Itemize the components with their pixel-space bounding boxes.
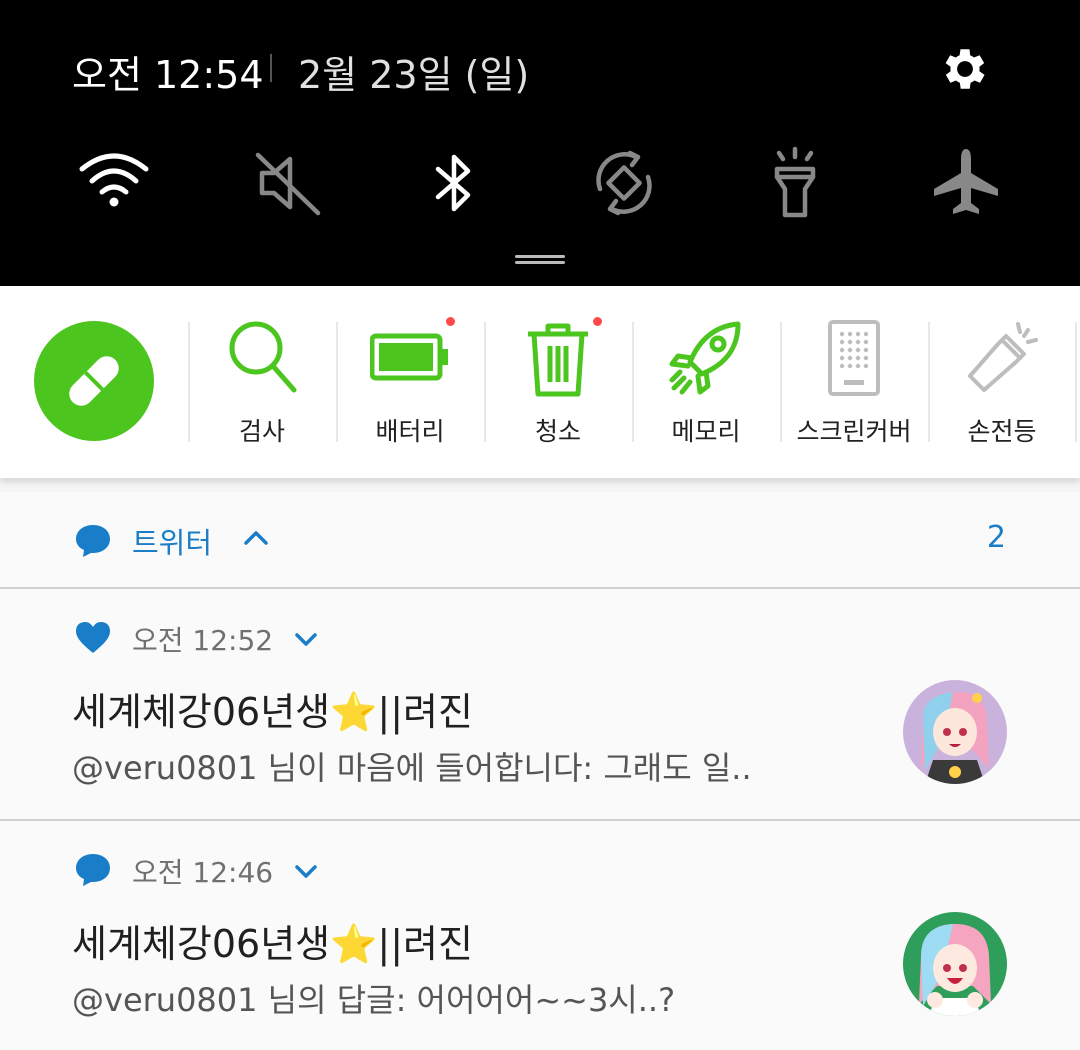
app-item-screen-cover[interactable]: 스크린커버	[780, 286, 928, 478]
notification-item[interactable]: 오전 12:52 세계체강06년생⭐||려진 @veru0801 님이 마음에 …	[0, 589, 1080, 819]
pill-icon	[69, 356, 119, 406]
panel-drag-handle[interactable]	[515, 255, 565, 265]
notification-badge	[593, 317, 602, 326]
notification-badge	[446, 317, 455, 326]
app-item-memory[interactable]: 메모리	[632, 286, 780, 478]
wifi-icon[interactable]	[76, 145, 152, 221]
notification-text: @veru0801 님의 답글: 어어어어~~3시..?	[72, 981, 676, 1019]
boost-button[interactable]	[34, 321, 154, 441]
flashlight-icon[interactable]	[757, 145, 833, 221]
phone-screen-icon	[828, 320, 880, 396]
app-name: 트위터	[132, 526, 213, 560]
avatar-image	[903, 680, 1007, 784]
app-item-clean[interactable]: 청소	[484, 286, 632, 478]
quick-settings-panel: 오전 12:54 2월 23일 (일)	[0, 0, 1080, 286]
battery-icon	[370, 333, 448, 381]
app-item-label: 청소	[534, 417, 581, 446]
app-item-flashlight[interactable]: 손전등	[928, 286, 1076, 478]
sound-mute-icon[interactable]	[250, 145, 326, 221]
chevron-down-icon[interactable]	[293, 627, 319, 653]
avatar[interactable]	[903, 912, 1007, 1016]
time-date-divider	[270, 54, 272, 82]
settings-gear-icon[interactable]	[938, 42, 992, 96]
trash-icon	[528, 323, 588, 397]
app-item-label: 배터리	[375, 417, 445, 446]
notification-item[interactable]: 오전 12:46 세계체강06년생⭐||려진 @veru0801 님의 답글: …	[0, 821, 1080, 1050]
bluetooth-icon[interactable]	[416, 145, 492, 221]
chevron-up-icon[interactable]	[242, 524, 270, 552]
avatar-image	[903, 912, 1007, 1016]
notification-title: 세계체강06년생⭐||려진	[72, 922, 473, 966]
rocket-icon	[669, 321, 741, 395]
heart-icon	[76, 622, 110, 653]
app-item-scan[interactable]: 검사	[188, 286, 336, 478]
app-item-label: 스크린커버	[796, 417, 912, 446]
chat-bubble-icon	[76, 525, 110, 557]
avatar[interactable]	[903, 680, 1007, 784]
notification-text: @veru0801 님이 마음에 들어합니다: 그래도 일..	[72, 749, 752, 787]
notification-title: 세계체강06년생⭐||려진	[72, 690, 473, 734]
notification-time: 오전 12:52	[132, 624, 274, 657]
app-shortcut-bar: 검사 배터리 청소 메모리 스크린커버 손전등	[0, 286, 1080, 478]
app-item-label: 손전등	[967, 417, 1037, 446]
divider	[1075, 322, 1077, 442]
search-icon	[229, 321, 297, 393]
app-item-battery[interactable]: 배터리	[336, 286, 484, 478]
flashlight-icon	[968, 322, 1038, 392]
status-date[interactable]: 2월 23일 (일)	[298, 44, 529, 99]
chevron-down-icon[interactable]	[293, 859, 319, 885]
chat-bubble-icon	[76, 854, 110, 886]
auto-rotate-icon[interactable]	[586, 145, 662, 221]
app-item-label: 메모리	[671, 417, 741, 446]
airplane-mode-icon[interactable]	[928, 145, 1004, 221]
notification-count: 2	[986, 520, 1006, 555]
app-item-label: 검사	[238, 417, 285, 446]
notification-time: 오전 12:46	[132, 856, 274, 889]
status-time: 오전 12:54	[72, 53, 264, 97]
notification-group-header[interactable]: 트위터 2	[0, 492, 1080, 588]
